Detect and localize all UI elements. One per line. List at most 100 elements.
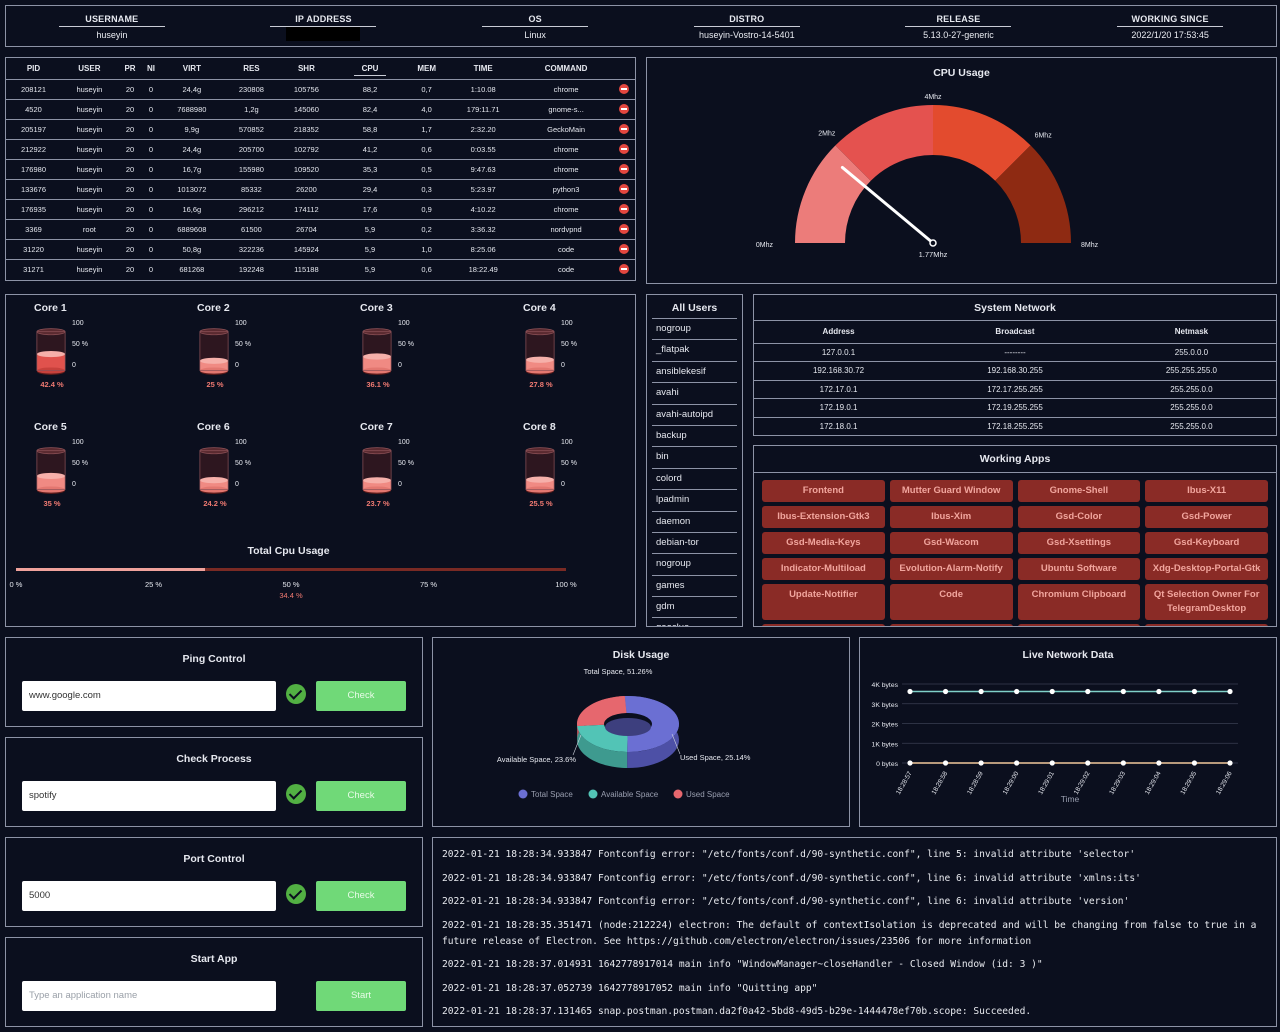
process-cell: python3 xyxy=(519,178,613,199)
data-point[interactable] xyxy=(1120,760,1126,766)
app-button[interactable]: Ibus-Extension-Gtk3 xyxy=(762,506,885,528)
legend-label[interactable]: Total Space xyxy=(531,790,573,799)
app-button[interactable]: Qt Selection Owner For TelegramDesktop xyxy=(1145,584,1268,620)
app-button[interactable]: Mutter Guard Window xyxy=(889,480,1013,502)
app-button[interactable]: Gsd-Media-Keys xyxy=(762,532,885,554)
app-button[interactable]: Ibus-X11 xyxy=(1145,480,1268,502)
system-network-panel: System Network Address Broadcast Netmask 1… xyxy=(753,294,1277,436)
port-input[interactable]: 5000 xyxy=(22,881,276,911)
core-cylinder xyxy=(36,447,66,494)
column-header-pid[interactable]: PID xyxy=(6,58,61,79)
app-button[interactable] xyxy=(762,624,885,626)
process-cell: 50,8g xyxy=(159,238,224,259)
column-header-time[interactable]: TIME xyxy=(447,58,519,79)
users-list[interactable]: nogroup _flatpak ansiblekesif avahi avahi-au… xyxy=(647,319,742,626)
app-button[interactable]: Gnome-Shell xyxy=(1017,480,1141,502)
network-column-header: Address xyxy=(754,321,924,344)
user-item[interactable]: ansiblekesif xyxy=(652,362,737,384)
app-button[interactable]: Gsd-Power xyxy=(1145,506,1268,528)
app-button[interactable]: Indicator-Multiload xyxy=(762,558,885,580)
app-button[interactable]: Evolution-Alarm-Notify xyxy=(889,558,1013,580)
legend-label[interactable]: Available Space xyxy=(601,790,659,799)
data-point[interactable] xyxy=(1227,760,1233,766)
app-button[interactable]: Gsd-Wacom xyxy=(889,532,1013,554)
core-cylinder xyxy=(36,328,66,375)
user-item[interactable]: games xyxy=(652,576,737,598)
column-header-user[interactable]: USER xyxy=(61,58,118,79)
column-header-ni[interactable]: NI xyxy=(142,58,160,79)
app-button[interactable] xyxy=(1145,624,1268,626)
column-header-shr[interactable]: SHR xyxy=(279,58,334,79)
data-point[interactable] xyxy=(1227,688,1233,695)
app-button[interactable]: Gsd-Xsettings xyxy=(1017,532,1141,554)
column-header-pr[interactable]: PR xyxy=(118,58,142,79)
data-point[interactable] xyxy=(1156,760,1162,766)
app-button[interactable]: Ubuntu Software xyxy=(1017,558,1141,580)
ping-input[interactable]: www.google.com xyxy=(22,681,276,711)
data-point[interactable] xyxy=(1085,760,1091,766)
user-item[interactable]: debian-tor xyxy=(652,533,737,555)
user-item[interactable]: colord xyxy=(652,469,737,491)
kill-process-icon[interactable] xyxy=(618,244,629,254)
data-point[interactable] xyxy=(1191,688,1198,695)
data-point[interactable] xyxy=(1014,688,1020,695)
process-cell: 1:10.08 xyxy=(447,78,520,99)
app-button[interactable]: Update-Notifier xyxy=(762,584,885,620)
kill-process-icon[interactable] xyxy=(618,164,629,174)
app-button[interactable]: Code xyxy=(889,584,1013,620)
kill-process-icon[interactable] xyxy=(618,144,629,154)
column-header-cpu[interactable]: CPU xyxy=(334,58,406,79)
data-point[interactable] xyxy=(942,688,949,695)
user-item[interactable]: daemon xyxy=(652,512,737,533)
data-point[interactable] xyxy=(978,760,984,766)
column-header-mem[interactable]: MEM xyxy=(406,58,447,79)
kill-process-icon[interactable] xyxy=(618,84,629,94)
data-point[interactable] xyxy=(942,760,949,766)
port-button[interactable]: Check xyxy=(316,881,406,911)
kill-process-icon[interactable] xyxy=(618,224,629,234)
user-item[interactable]: backup xyxy=(652,426,737,448)
kill-process-icon[interactable] xyxy=(618,204,629,214)
user-item[interactable]: bin xyxy=(652,447,737,469)
user-item[interactable]: avahi-autoipd xyxy=(652,405,737,426)
app-button[interactable] xyxy=(889,624,1013,626)
column-header-virt[interactable]: VIRT xyxy=(160,58,224,79)
user-item[interactable]: _flatpak xyxy=(652,340,737,362)
app-button[interactable]: Chromium Clipboard xyxy=(1017,584,1141,620)
data-point[interactable] xyxy=(1014,760,1020,766)
data-point[interactable] xyxy=(907,688,913,695)
data-point[interactable] xyxy=(1120,688,1126,695)
app-button[interactable]: Gsd-Color xyxy=(1017,506,1141,528)
app-button[interactable]: Xdg-Desktop-Portal-Gtk xyxy=(1145,558,1268,580)
app-button[interactable]: Ibus-Xim xyxy=(889,506,1013,528)
core-scale-label: 0 xyxy=(235,362,239,369)
data-point[interactable] xyxy=(1191,760,1198,766)
process-input[interactable]: spotify xyxy=(22,781,276,811)
process-button[interactable]: Check xyxy=(316,781,406,811)
data-point[interactable] xyxy=(1085,688,1091,695)
user-item[interactable]: lpadmin xyxy=(652,490,737,512)
user-item[interactable]: nogroup xyxy=(652,319,737,341)
kill-process-icon[interactable] xyxy=(618,264,629,275)
column-header-res[interactable]: RES xyxy=(224,58,279,79)
kill-process-icon[interactable] xyxy=(618,124,629,134)
app-button[interactable] xyxy=(1017,624,1141,626)
app-button[interactable]: Frontend xyxy=(762,480,885,502)
kill-process-icon[interactable] xyxy=(618,104,629,114)
data-point[interactable] xyxy=(1049,688,1055,695)
start-app-button[interactable]: Start xyxy=(316,981,406,1011)
user-item[interactable]: avahi xyxy=(652,383,737,405)
user-item[interactable]: nogroup xyxy=(652,554,737,576)
legend-label[interactable]: Used Space xyxy=(686,790,730,799)
data-point[interactable] xyxy=(1156,688,1162,695)
data-point[interactable] xyxy=(978,688,984,695)
data-point[interactable] xyxy=(1049,760,1055,766)
data-point[interactable] xyxy=(907,760,913,766)
kill-process-icon[interactable] xyxy=(618,184,629,194)
column-header-command[interactable]: COMMAND xyxy=(519,58,613,79)
app-button[interactable]: Gsd-Keyboard xyxy=(1145,532,1268,554)
start-app-input[interactable]: Type an application name xyxy=(22,981,276,1011)
user-item[interactable]: geoclue xyxy=(652,618,737,626)
user-item[interactable]: gdm xyxy=(652,597,737,619)
ping-button[interactable]: Check xyxy=(316,681,406,711)
